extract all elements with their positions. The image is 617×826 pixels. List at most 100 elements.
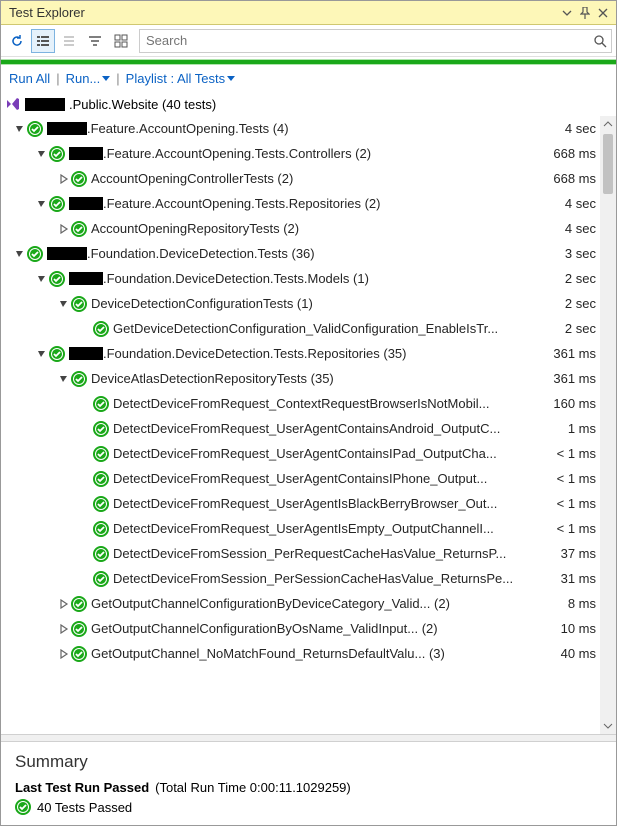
tree-row[interactable]: .Feature.AccountOpening.Tests (4)4 sec [5,116,600,141]
filter-button[interactable] [83,29,107,53]
expand-icon[interactable] [57,647,71,661]
tree-time: 10 ms [555,621,596,636]
pass-icon [49,196,65,212]
collapse-icon[interactable] [57,372,71,386]
tree-row[interactable]: DetectDeviceFromRequest_UserAgentContain… [5,441,600,466]
tree-time: 1 ms [562,421,596,436]
chevron-down-icon [227,76,235,81]
pass-icon [93,471,109,487]
pass-icon [71,371,87,387]
collapse-icon[interactable] [13,122,27,136]
tree-row[interactable]: DetectDeviceFromRequest_UserAgentIsBlack… [5,491,600,516]
window-dropdown-icon[interactable] [558,4,576,22]
pass-icon [93,521,109,537]
action-bar: Run All | Run... | Playlist : All Tests [1,65,616,92]
pass-icon [27,121,43,137]
list-view-button[interactable] [57,29,81,53]
group-by-button[interactable] [31,29,55,53]
tree-time: 40 ms [555,646,596,661]
expand-icon[interactable] [57,597,71,611]
search-box[interactable] [139,29,612,53]
tree-row[interactable]: DetectDeviceFromSession_PerSessionCacheH… [5,566,600,591]
pass-icon [71,221,87,237]
tree-time: 2 sec [559,321,596,336]
collapse-icon[interactable] [35,272,49,286]
toolbar [1,25,616,57]
options-button[interactable] [109,29,133,53]
test-tree[interactable]: .Feature.AccountOpening.Tests (4)4 sec .F… [5,116,600,734]
tree-time: 2 sec [559,296,596,311]
tree-time: < 1 ms [551,496,596,511]
tree-time: 361 ms [547,371,596,386]
pass-icon [93,321,109,337]
title-bar: Test Explorer [1,1,616,25]
collapse-icon[interactable] [35,347,49,361]
pass-icon [71,621,87,637]
tree-row[interactable]: DetectDeviceFromSession_PerRequestCacheH… [5,541,600,566]
redacted-text [69,272,103,285]
close-icon[interactable] [594,4,612,22]
tree-row[interactable]: DetectDeviceFromRequest_UserAgentContain… [5,466,600,491]
scrollbar-thumb[interactable] [603,134,613,194]
expand-icon[interactable] [57,172,71,186]
pass-icon [27,246,43,262]
tree-row[interactable]: DeviceDetectionConfigurationTests (1)2 s… [5,291,600,316]
tree-row[interactable]: .Foundation.DeviceDetection.Tests.Reposi… [5,341,600,366]
tree-row[interactable]: GetDeviceDetectionConfiguration_ValidCon… [5,316,600,341]
pass-icon [49,271,65,287]
scroll-down-icon[interactable] [600,718,616,734]
collapse-icon[interactable] [35,197,49,211]
pass-icon [71,646,87,662]
tree-row[interactable]: .Feature.AccountOpening.Tests.Repositori… [5,191,600,216]
pass-icon [71,296,87,312]
refresh-button[interactable] [5,29,29,53]
scrollbar[interactable] [600,116,616,734]
splitter[interactable] [1,734,616,742]
redacted-text [69,197,103,210]
tree-row[interactable]: DetectDeviceFromRequest_ContextRequestBr… [5,391,600,416]
tree-label: GetOutputChannel_NoMatchFound_ReturnsDef… [91,646,555,661]
tree-label: AccountOpeningRepositoryTests (2) [91,221,559,236]
separator: | [116,71,119,86]
tree-label: DeviceDetectionConfigurationTests (1) [91,296,559,311]
collapse-icon[interactable] [57,297,71,311]
pin-icon[interactable] [576,4,594,22]
visual-studio-icon [5,96,21,112]
tree-row[interactable]: AccountOpeningControllerTests (2)668 ms [5,166,600,191]
tree-row[interactable]: GetOutputChannelConfigurationByDeviceCat… [5,591,600,616]
search-input[interactable] [140,33,589,48]
collapse-icon[interactable] [35,147,49,161]
tree-row[interactable]: DetectDeviceFromRequest_UserAgentIsEmpty… [5,516,600,541]
tree-row[interactable]: DeviceAtlasDetectionRepositoryTests (35)… [5,366,600,391]
tree-row[interactable]: GetOutputChannel_NoMatchFound_ReturnsDef… [5,641,600,666]
tree-row[interactable]: .Feature.AccountOpening.Tests.Controller… [5,141,600,166]
tree-label: GetDeviceDetectionConfiguration_ValidCon… [113,321,559,336]
tree-row[interactable]: AccountOpeningRepositoryTests (2)4 sec [5,216,600,241]
tree-time: 37 ms [555,546,596,561]
expand-icon[interactable] [57,622,71,636]
collapse-icon[interactable] [13,247,27,261]
tree-time: < 1 ms [551,471,596,486]
tree-label: DetectDeviceFromRequest_UserAgentContain… [113,421,562,436]
chevron-down-icon [102,76,110,81]
tree-label: GetOutputChannelConfigurationByDeviceCat… [91,596,562,611]
tree-row[interactable]: .Foundation.DeviceDetection.Tests.Models… [5,266,600,291]
scroll-up-icon[interactable] [600,116,616,132]
tree-time: 31 ms [555,571,596,586]
search-icon[interactable] [589,34,611,48]
tree-row[interactable]: .Foundation.DeviceDetection.Tests (36)3 … [5,241,600,266]
tree-row[interactable]: DetectDeviceFromRequest_UserAgentContain… [5,416,600,441]
tree-label: DetectDeviceFromRequest_UserAgentContain… [113,446,551,461]
project-name: .Public.Website (40 tests) [69,97,216,112]
tree-time: 4 sec [559,221,596,236]
tree-time: 668 ms [547,146,596,161]
tree-label: .Feature.AccountOpening.Tests.Controller… [103,146,547,161]
playlist-dropdown[interactable]: Playlist : All Tests [126,71,235,86]
pass-icon [15,799,31,815]
tree-row[interactable]: GetOutputChannelConfigurationByOsName_Va… [5,616,600,641]
run-all-link[interactable]: Run All [9,71,50,86]
redacted-text [47,122,87,135]
expand-icon[interactable] [57,222,71,236]
run-dropdown[interactable]: Run... [66,71,111,86]
tree-time: < 1 ms [551,446,596,461]
